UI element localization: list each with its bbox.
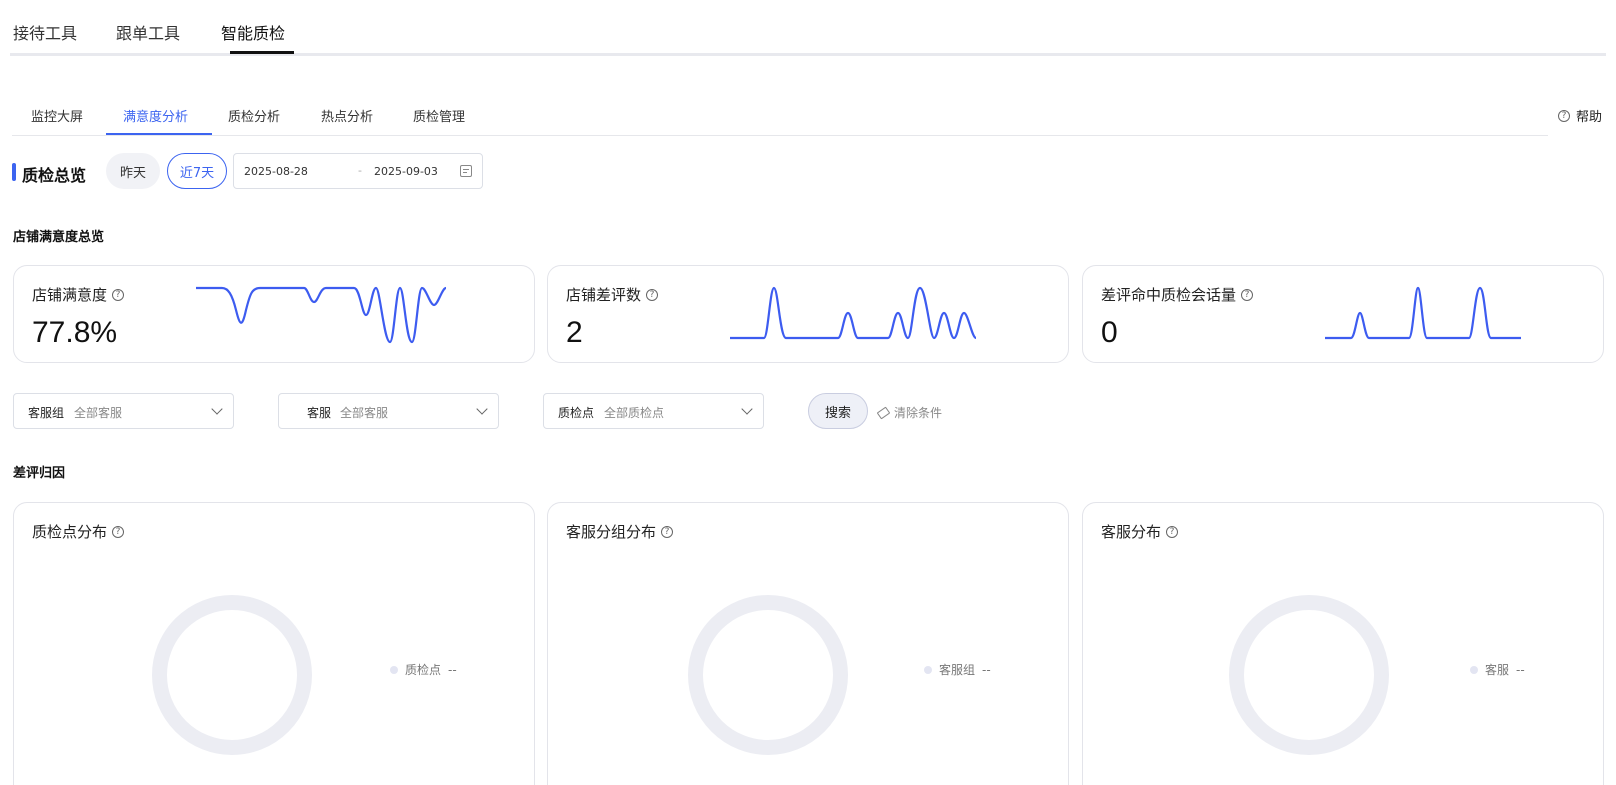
sparkline-qc-hits	[1325, 286, 1521, 340]
metric-card-negative-reviews: 店铺差评数 ? 2	[547, 265, 1069, 363]
question-icon[interactable]: ?	[112, 288, 125, 301]
sparkline-path	[196, 286, 447, 344]
chevron-down-icon	[211, 403, 223, 415]
filter-qc-point[interactable]: 质检点 全部质检点	[543, 393, 764, 429]
metric-label: 差评命中质检会话量 ?	[1101, 284, 1254, 305]
date-end[interactable]: 2025-09-03	[374, 165, 438, 178]
clear-label: 清除条件	[894, 406, 943, 420]
help-icon: ?	[1557, 109, 1570, 122]
legend-value: --	[448, 662, 457, 677]
sparkline-satisfaction	[196, 286, 447, 344]
dist-title-text: 质检点分布	[32, 523, 108, 541]
donut-chart	[1229, 595, 1389, 755]
legend-item[interactable]: 质检点 --	[390, 661, 457, 678]
question-icon[interactable]: ?	[661, 525, 674, 538]
negative-attribution-heading: 差评归因	[13, 466, 66, 481]
metric-label-text: 差评命中质检会话量	[1101, 286, 1237, 304]
metric-label: 店铺满意度 ?	[32, 284, 125, 305]
filter-service-agent[interactable]: 客服 全部客服	[278, 393, 499, 429]
dist-card-qc-point: 质检点分布 ? 质检点 --	[13, 502, 535, 785]
sub-tab-qc-management[interactable]: 质检管理	[413, 106, 465, 125]
top-tabs: 接待工具 跟单工具 智能质检	[10, 0, 1606, 56]
eraser-icon	[876, 406, 891, 419]
legend-label: 质检点	[405, 663, 442, 677]
date-range-picker[interactable]: 2025-08-28 - 2025-09-03	[233, 153, 483, 189]
sparkline-path	[1325, 286, 1521, 340]
section-accent-bar	[12, 163, 16, 181]
legend-item[interactable]: 客服组 --	[924, 661, 991, 678]
sub-tab-active-indicator	[106, 133, 212, 135]
dist-card-service-group: 客服分组分布 ? 客服组 --	[547, 502, 1069, 785]
sub-tab-hotspot-analysis[interactable]: 热点分析	[321, 106, 373, 125]
legend-item[interactable]: 客服 --	[1470, 661, 1525, 678]
legend-value: --	[982, 662, 991, 677]
top-tab-active-indicator	[230, 51, 294, 54]
dist-card-service-agent: 客服分布 ? 客服 --	[1082, 502, 1604, 785]
filter-service-group[interactable]: 客服组 全部客服	[13, 393, 234, 429]
chevron-down-icon	[476, 403, 488, 415]
sub-tabs: 监控大屏 满意度分析 质检分析 热点分析 质检管理	[12, 96, 1548, 136]
calendar-icon[interactable]	[460, 165, 472, 177]
legend-value: --	[1516, 662, 1525, 677]
metric-value: 2	[566, 316, 583, 349]
metric-value: 77.8%	[32, 316, 118, 349]
sparkline-negative-reviews	[730, 286, 977, 340]
store-satisfaction-heading: 店铺满意度总览	[13, 230, 105, 245]
metric-card-satisfaction: 店铺满意度 ? 77.8%	[13, 265, 535, 363]
metric-card-qc-hits: 差评命中质检会话量 ? 0	[1082, 265, 1604, 363]
question-icon[interactable]: ?	[646, 288, 659, 301]
legend-label: 客服	[1485, 663, 1510, 677]
top-tab-smart-qc[interactable]: 智能质检	[221, 20, 285, 44]
overview-title: 质检总览	[22, 166, 87, 185]
metric-label-text: 店铺差评数	[566, 286, 642, 304]
question-icon[interactable]: ?	[1241, 288, 1254, 301]
help-button[interactable]: ? 帮助	[1557, 106, 1602, 125]
donut-chart	[688, 595, 848, 755]
filter-value: 全部客服	[74, 406, 123, 420]
clear-conditions-button[interactable]: 清除条件	[876, 404, 943, 421]
filter-label: 客服	[307, 406, 332, 420]
metric-label-text: 店铺满意度	[32, 286, 108, 304]
legend-dot	[390, 665, 398, 674]
dist-title: 客服分布 ?	[1101, 521, 1179, 542]
filter-label: 质检点	[558, 406, 595, 420]
sub-tab-qc-analysis[interactable]: 质检分析	[228, 106, 280, 125]
top-tab-order-tools[interactable]: 跟单工具	[116, 20, 180, 44]
question-icon[interactable]: ?	[1166, 525, 1179, 538]
filter-value: 全部客服	[340, 406, 389, 420]
help-label: 帮助	[1575, 110, 1602, 125]
chevron-down-icon	[741, 403, 753, 415]
date-separator: -	[358, 164, 362, 177]
metric-label: 店铺差评数 ?	[566, 284, 659, 305]
dist-title-text: 客服分组分布	[566, 523, 657, 541]
sub-tab-monitor-screen[interactable]: 监控大屏	[31, 106, 83, 125]
sparkline-path	[730, 286, 977, 340]
range-7days-button[interactable]: 近7天	[167, 153, 227, 189]
date-start[interactable]: 2025-08-28	[244, 165, 308, 178]
sub-tab-satisfaction-analysis[interactable]: 满意度分析	[123, 106, 188, 125]
dist-title: 质检点分布 ?	[32, 521, 125, 542]
top-tab-reception-tools[interactable]: 接待工具	[13, 20, 77, 44]
donut-chart	[152, 595, 312, 755]
filter-value: 全部质检点	[604, 406, 665, 420]
question-icon[interactable]: ?	[112, 525, 125, 538]
metric-value: 0	[1101, 316, 1118, 349]
legend-dot	[924, 665, 932, 674]
range-yesterday-button[interactable]: 昨天	[106, 153, 160, 189]
dist-title-text: 客服分布	[1101, 523, 1162, 541]
legend-label: 客服组	[939, 663, 976, 677]
legend-dot	[1470, 665, 1478, 674]
search-button[interactable]: 搜索	[808, 393, 868, 429]
filter-label: 客服组	[28, 406, 65, 420]
dist-title: 客服分组分布 ?	[566, 521, 674, 542]
